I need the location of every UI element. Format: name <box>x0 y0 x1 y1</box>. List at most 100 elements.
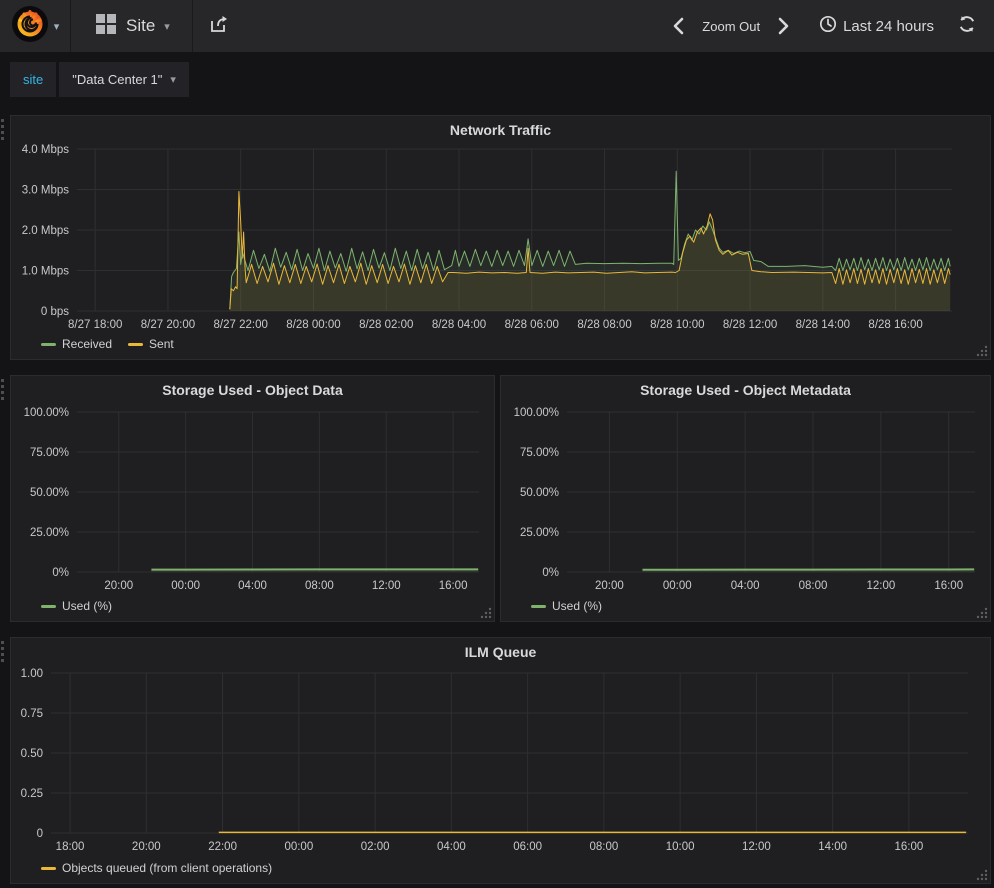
navbar: ▾ Site ▾ Zoom Out <box>0 0 994 52</box>
dashboard-picker-button[interactable]: Site ▾ <box>71 0 192 52</box>
legend-label: Received <box>62 337 112 351</box>
svg-text:12:00: 12:00 <box>372 580 401 592</box>
chevron-down-icon: ▾ <box>170 73 176 86</box>
ilm-queue-chart[interactable]: 1.000.750.500.25018:0020:0022:0000:0002:… <box>11 638 992 885</box>
legend-swatch-sent <box>128 343 143 346</box>
panel-resize-handle[interactable] <box>975 606 988 619</box>
row-drag-handle[interactable] <box>1 119 5 140</box>
ilm-queue-legend: Objects queued (from client operations) <box>41 861 272 875</box>
svg-text:100.00%: 100.00% <box>24 407 69 419</box>
legend-swatch-received <box>41 343 56 346</box>
svg-text:02:00: 02:00 <box>361 841 390 853</box>
navbar-time-controls: Zoom Out Last 24 hours <box>661 0 994 52</box>
svg-text:08:00: 08:00 <box>799 580 828 592</box>
svg-text:00:00: 00:00 <box>663 580 692 592</box>
legend-item-used[interactable]: Used (%) <box>531 599 602 613</box>
network-traffic-legend: Received Sent <box>41 337 174 351</box>
panel-title-ilm-queue[interactable]: ILM Queue <box>11 644 990 660</box>
svg-text:8/28 06:00: 8/28 06:00 <box>505 319 559 331</box>
svg-text:12:00: 12:00 <box>866 580 895 592</box>
svg-text:75.00%: 75.00% <box>30 447 69 459</box>
svg-text:0%: 0% <box>542 567 559 579</box>
svg-text:50.00%: 50.00% <box>30 487 69 499</box>
network-traffic-chart[interactable]: 4.0 Mbps3.0 Mbps2.0 Mbps1.0 Mbps0 bps8/2… <box>11 116 992 361</box>
panel-storage-object-metadata: Storage Used - Object Metadata 100.00% 75… <box>500 375 991 622</box>
panel-resize-handle[interactable] <box>975 868 988 881</box>
panel-resize-handle[interactable] <box>975 344 988 357</box>
zoom-out-button[interactable]: Zoom Out <box>696 19 766 34</box>
panel-storage-object-data: Storage Used - Object Data 100.00%75.00%… <box>10 375 495 622</box>
svg-text:100.00%: 100.00% <box>514 407 559 419</box>
svg-text:16:00: 16:00 <box>934 580 963 592</box>
variable-name-label: site <box>10 62 56 97</box>
svg-text:0%: 0% <box>52 567 69 579</box>
svg-text:22:00: 22:00 <box>208 841 237 853</box>
svg-text:1.0 Mbps: 1.0 Mbps <box>22 266 70 278</box>
svg-text:8/27 18:00: 8/27 18:00 <box>68 319 122 331</box>
svg-text:25.00%: 25.00% <box>30 527 69 539</box>
svg-text:4.0 Mbps: 4.0 Mbps <box>22 144 70 156</box>
panel-title-storage-object-metadata[interactable]: Storage Used - Object Metadata <box>501 382 990 398</box>
time-shift-forward-button[interactable] <box>766 0 801 52</box>
svg-text:8/27 20:00: 8/27 20:00 <box>141 319 195 331</box>
svg-text:8/27 22:00: 8/27 22:00 <box>214 319 268 331</box>
svg-text:1.00: 1.00 <box>21 668 43 680</box>
svg-text:8/28 04:00: 8/28 04:00 <box>432 319 486 331</box>
panel-title-storage-object-data[interactable]: Storage Used - Object Data <box>11 382 494 398</box>
time-shift-back-button[interactable] <box>661 0 696 52</box>
svg-text:0.75: 0.75 <box>21 708 43 720</box>
row-drag-handle[interactable] <box>1 641 5 662</box>
svg-text:25.00%: 25.00% <box>520 527 559 539</box>
legend-item-objects-queued[interactable]: Objects queued (from client operations) <box>41 861 272 875</box>
legend-swatch-used <box>41 605 56 608</box>
grafana-logo-icon <box>11 5 49 48</box>
legend-label: Used (%) <box>552 599 602 613</box>
dashboard-grid-icon <box>95 13 117 40</box>
svg-text:8/28 14:00: 8/28 14:00 <box>796 319 850 331</box>
storage-object-data-chart[interactable]: 100.00%75.00%50.00%25.00%0%20:0000:0004:… <box>11 376 496 623</box>
storage-object-metadata-legend: Used (%) <box>531 599 602 613</box>
refresh-icon <box>958 15 976 38</box>
legend-label: Objects queued (from client operations) <box>62 861 272 875</box>
time-range-picker-button[interactable]: Last 24 hours <box>801 0 948 52</box>
svg-text:50.00%: 50.00% <box>520 487 559 499</box>
legend-swatch-objects-queued <box>41 867 56 870</box>
svg-text:16:00: 16:00 <box>439 580 468 592</box>
refresh-button[interactable] <box>948 0 994 52</box>
storage-object-metadata-chart[interactable]: 100.00% 75.00% 50.00% 25.00% 0% 20:00 00:00 04:… <box>501 376 992 623</box>
variable-value-dropdown[interactable]: "Data Center 1" ▾ <box>59 62 189 97</box>
legend-label: Sent <box>149 337 174 351</box>
variable-value-text: "Data Center 1" <box>72 72 162 87</box>
time-range-label: Last 24 hours <box>843 18 934 35</box>
clock-icon <box>819 15 837 37</box>
panel-resize-handle[interactable] <box>479 606 492 619</box>
share-icon <box>209 15 229 38</box>
template-variable-row: site "Data Center 1" ▾ <box>10 62 189 97</box>
svg-text:00:00: 00:00 <box>284 841 313 853</box>
svg-text:2.0 Mbps: 2.0 Mbps <box>22 225 70 237</box>
row-drag-handle[interactable] <box>1 379 5 400</box>
svg-text:20:00: 20:00 <box>595 580 624 592</box>
legend-item-sent[interactable]: Sent <box>128 337 174 351</box>
panel-title-network-traffic[interactable]: Network Traffic <box>11 122 990 138</box>
svg-text:0 bps: 0 bps <box>41 306 69 318</box>
legend-item-received[interactable]: Received <box>41 337 112 351</box>
svg-text:12:00: 12:00 <box>742 841 771 853</box>
chevron-down-icon: ▾ <box>54 20 60 33</box>
svg-text:8/28 10:00: 8/28 10:00 <box>650 319 704 331</box>
share-dashboard-button[interactable] <box>193 0 245 52</box>
svg-text:75.00%: 75.00% <box>520 447 559 459</box>
svg-text:04:00: 04:00 <box>437 841 466 853</box>
panel-ilm-queue: ILM Queue 1.000.750.500.25018:0020:0022:… <box>10 637 991 884</box>
svg-text:14:00: 14:00 <box>818 841 847 853</box>
svg-text:8/28 02:00: 8/28 02:00 <box>359 319 413 331</box>
svg-text:10:00: 10:00 <box>666 841 695 853</box>
legend-item-used[interactable]: Used (%) <box>41 599 112 613</box>
svg-text:20:00: 20:00 <box>104 580 133 592</box>
svg-text:8/28 16:00: 8/28 16:00 <box>868 319 922 331</box>
svg-text:16:00: 16:00 <box>895 841 924 853</box>
storage-object-data-legend: Used (%) <box>41 599 112 613</box>
grafana-logo-button[interactable]: ▾ <box>0 0 70 52</box>
svg-text:04:00: 04:00 <box>731 580 760 592</box>
svg-text:20:00: 20:00 <box>132 841 161 853</box>
